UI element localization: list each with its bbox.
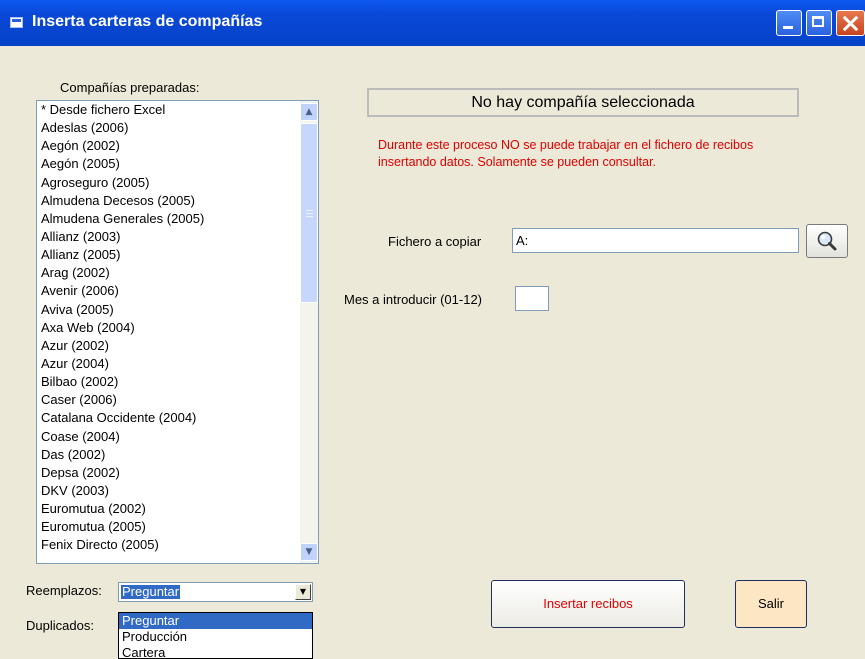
list-item[interactable]: Axa Web (2004) xyxy=(37,319,300,337)
list-item[interactable]: Coase (2004) xyxy=(37,428,300,446)
list-item[interactable]: Aegón (2005) xyxy=(37,155,300,173)
list-item[interactable]: Caser (2006) xyxy=(37,391,300,409)
list-item[interactable]: Almudena Decesos (2005) xyxy=(37,192,300,210)
browse-file-button[interactable] xyxy=(806,224,848,258)
companies-list-items[interactable]: * Desde fichero Excel Adeslas (2006) Aegón… xyxy=(37,101,300,555)
list-item[interactable]: Azur (2002) xyxy=(37,337,300,355)
list-item[interactable]: Allianz (2005) xyxy=(37,246,300,264)
list-item[interactable]: Bilbao (2002) xyxy=(37,373,300,391)
list-item[interactable]: Aegón (2002) xyxy=(37,137,300,155)
list-item[interactable]: Allianz (2003) xyxy=(37,228,300,246)
list-item[interactable]: Agroseguro (2005) xyxy=(37,174,300,192)
window-title: Inserta carteras de compañías xyxy=(32,13,263,30)
replacements-label: Reemplazos: xyxy=(26,583,102,598)
scroll-up-button[interactable]: ▲ xyxy=(300,103,318,121)
companies-scrollbar[interactable]: ▲ ▼ xyxy=(300,101,318,563)
list-item[interactable]: Adeslas (2006) xyxy=(37,119,300,137)
month-label: Mes a introducir (01-12) xyxy=(344,292,482,307)
dropdown-option-produccion[interactable]: Producción xyxy=(119,629,312,645)
dropdown-option-cartera[interactable]: Cartera xyxy=(119,645,312,658)
window-icon[interactable] xyxy=(10,17,23,28)
list-item[interactable]: Avenir (2006) xyxy=(37,282,300,300)
exit-button[interactable]: Salir xyxy=(735,580,807,628)
list-item[interactable]: Azur (2004) xyxy=(37,355,300,373)
magnifier-icon xyxy=(817,231,837,251)
chevron-down-icon[interactable]: ▼ xyxy=(295,584,311,600)
process-warning: Durante este proceso NO se puede trabaja… xyxy=(378,138,754,169)
duplicates-label: Duplicados: xyxy=(26,618,94,633)
list-item[interactable]: Euromutua (2002) xyxy=(37,500,300,518)
dropdown-option-preguntar[interactable]: Preguntar xyxy=(119,613,312,629)
list-item[interactable]: * Desde fichero Excel xyxy=(37,101,300,119)
list-item[interactable]: DKV (2003) xyxy=(37,482,300,500)
selected-company-status: No hay compañía seleccionada xyxy=(367,88,799,117)
file-to-copy-label: Fichero a copiar xyxy=(388,234,482,249)
list-item[interactable]: Catalana Occidente (2004) xyxy=(37,409,300,427)
title-bar[interactable]: Inserta carteras de compañías xyxy=(0,0,865,46)
scroll-down-button[interactable]: ▼ xyxy=(300,543,318,561)
replacements-dropdown[interactable]: Preguntar Producción Cartera xyxy=(118,612,313,659)
companies-label: Compañías preparadas: xyxy=(60,80,200,95)
file-to-copy-input[interactable] xyxy=(512,228,799,253)
list-item[interactable]: Euromutua (2005) xyxy=(37,518,300,536)
list-item[interactable]: Aviva (2005) xyxy=(37,301,300,319)
list-item[interactable]: Das (2002) xyxy=(37,446,300,464)
list-item[interactable]: Almudena Generales (2005) xyxy=(37,210,300,228)
close-button[interactable] xyxy=(836,10,865,36)
replacements-selected-value: Preguntar xyxy=(121,584,181,599)
insert-receipts-button[interactable]: Insertar recibos xyxy=(491,580,685,628)
minimize-button[interactable] xyxy=(776,10,802,36)
list-item[interactable]: Fenix Directo (2005) xyxy=(37,536,300,554)
maximize-button[interactable] xyxy=(806,10,832,36)
list-item[interactable]: Depsa (2002) xyxy=(37,464,300,482)
list-item[interactable]: Arag (2002) xyxy=(37,264,300,282)
replacements-select[interactable]: Preguntar ▼ xyxy=(118,582,313,602)
scroll-thumb[interactable] xyxy=(300,123,318,303)
companies-listbox[interactable]: * Desde fichero Excel Adeslas (2006) Aegón… xyxy=(36,100,319,564)
month-input[interactable] xyxy=(515,286,549,311)
